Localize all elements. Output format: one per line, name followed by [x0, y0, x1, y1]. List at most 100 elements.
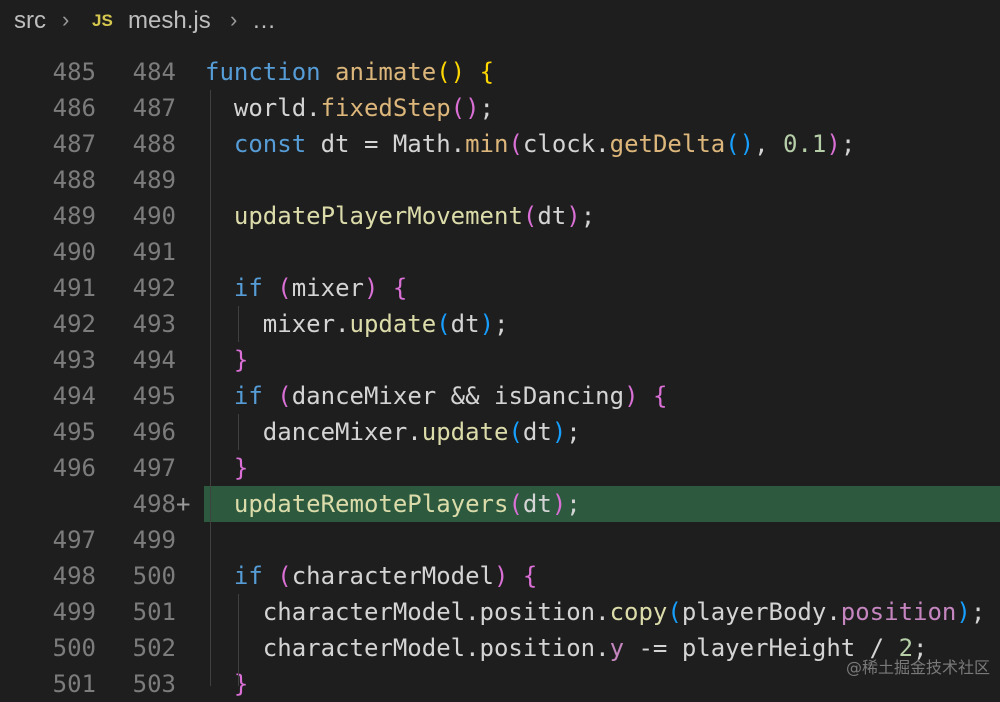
code-text[interactable]: danceMixer.update(dt);	[205, 414, 581, 450]
code-token: world.	[205, 94, 321, 122]
code-token: updatePlayerMovement	[233, 202, 523, 230]
code-token: if	[233, 562, 263, 590]
code-token: function	[205, 58, 321, 86]
code-token: (	[277, 274, 292, 302]
breadcrumb-folder[interactable]: src	[14, 7, 46, 35]
diff-plus-icon: +	[176, 490, 191, 518]
indent-guide	[210, 522, 211, 686]
code-line[interactable]: 486 487 world.fixedStep();	[0, 90, 1000, 126]
code-line[interactable]: 493 494 }	[0, 342, 1000, 378]
code-token: ()	[436, 58, 466, 86]
code-token: )	[479, 310, 495, 338]
code-token: characterModel.position.	[205, 634, 610, 662]
code-text[interactable]: mixer.update(dt);	[205, 306, 509, 342]
code-token: dt	[537, 202, 567, 230]
code-text[interactable]: if (danceMixer && isDancing) {	[205, 378, 668, 414]
modified-line-number: 487	[132, 94, 176, 122]
code-token: ()	[450, 94, 480, 122]
code-text[interactable]: }	[205, 342, 248, 378]
indent-guide	[238, 414, 239, 450]
code-token: (	[508, 490, 523, 518]
code-line[interactable]: 496 497 }	[0, 450, 1000, 486]
code-token: danceMixer && isDancing	[291, 382, 625, 410]
modified-line-number: 499	[132, 526, 176, 554]
code-token: characterModel.position.	[205, 598, 610, 626]
code-token: )	[494, 562, 509, 590]
code-editor[interactable]: 485 484 function animate() {486 487 world.f…	[0, 54, 1000, 698]
modified-line-number: 491	[132, 238, 176, 266]
modified-line-number: 494	[132, 346, 176, 374]
code-token: (	[277, 562, 292, 590]
code-text[interactable]: }	[205, 666, 248, 702]
code-line[interactable]: 488 489	[0, 162, 1000, 198]
code-line[interactable]: 497 499	[0, 522, 1000, 558]
code-token: ;	[566, 490, 581, 518]
code-line[interactable]: 499 501 characterModel.position.copy(play…	[0, 594, 1000, 630]
code-token: }	[233, 346, 249, 374]
original-line-number: 485	[52, 58, 96, 86]
modified-line-number: 498	[132, 490, 176, 518]
original-line-number: 499	[52, 598, 96, 626]
code-token: const	[233, 130, 307, 158]
code-line[interactable]: 487 488 const dt = Math.min(clock.getDelt…	[0, 126, 1000, 162]
breadcrumb-more[interactable]: …	[252, 7, 276, 35]
code-text[interactable]: characterModel.position.copy(playerBody.…	[205, 594, 985, 630]
code-text[interactable]: world.fixedStep();	[205, 90, 494, 126]
code-token: update	[421, 418, 509, 446]
code-token: {	[652, 382, 668, 410]
code-token: ;	[840, 130, 856, 158]
code-line[interactable]: 495 496 danceMixer.update(dt);	[0, 414, 1000, 450]
modified-line-number: 493	[132, 310, 176, 338]
code-text[interactable]: updatePlayerMovement(dt);	[205, 198, 595, 234]
code-token: dt = Math.	[306, 130, 466, 158]
original-line-number	[32, 486, 96, 522]
code-text[interactable]: const dt = Math.min(clock.getDelta(), 0.…	[205, 126, 855, 162]
modified-line-number: 488	[132, 130, 176, 158]
modified-line-number: 484	[132, 58, 176, 86]
modified-line-number: 497	[132, 454, 176, 482]
code-text[interactable]: characterModel.position.y -= playerHeigh…	[205, 630, 928, 666]
code-line[interactable]: 492 493 mixer.update(dt);	[0, 306, 1000, 342]
chevron-right-icon: ›	[62, 7, 70, 32]
code-token: dt	[522, 490, 552, 518]
code-text[interactable]: }	[205, 450, 248, 486]
code-line[interactable]: 489 490 updatePlayerMovement(dt);	[0, 198, 1000, 234]
code-line[interactable]: 498 500 if (characterModel) {	[0, 558, 1000, 594]
code-token: (	[436, 310, 451, 338]
code-line[interactable]: 491 492 if (mixer) {	[0, 270, 1000, 306]
code-text[interactable]: function animate() {	[205, 54, 494, 90]
code-token: (	[508, 130, 523, 158]
code-token: dt	[450, 310, 480, 338]
code-token: ()	[725, 130, 755, 158]
indent-guide	[238, 306, 239, 342]
code-text[interactable]: if (characterModel) {	[205, 558, 537, 594]
original-line-number: 496	[52, 454, 96, 482]
code-token: (	[667, 598, 682, 626]
modified-line-number: 489	[132, 166, 176, 194]
original-line-number: 489	[52, 202, 96, 230]
chevron-right-icon: ›	[230, 7, 238, 32]
breadcrumb-file[interactable]: mesh.js	[128, 7, 211, 35]
code-token: min	[465, 130, 509, 158]
code-token: (	[508, 418, 523, 446]
code-line[interactable]: 490 491	[0, 234, 1000, 270]
code-line[interactable]: 494 495 if (danceMixer && isDancing) {	[0, 378, 1000, 414]
code-token: )	[363, 274, 379, 302]
original-line-number: 493	[52, 346, 96, 374]
code-token: )	[566, 202, 581, 230]
code-text[interactable]: updateRemotePlayers(dt);	[205, 486, 581, 522]
added-code-line[interactable]: 498 + updateRemotePlayers(dt);	[0, 486, 1000, 522]
modified-line-number: 492	[132, 274, 176, 302]
modified-line-number: 490	[132, 202, 176, 230]
code-text[interactable]: if (mixer) {	[205, 270, 407, 306]
code-token: if	[233, 382, 263, 410]
watermark: @稀土掘金技术社区	[845, 658, 990, 677]
code-token: }	[233, 670, 249, 698]
code-line[interactable]: 485 484 function animate() {	[0, 54, 1000, 90]
original-line-number: 491	[52, 274, 96, 302]
code-token: {	[522, 562, 538, 590]
code-token: y	[609, 634, 625, 662]
